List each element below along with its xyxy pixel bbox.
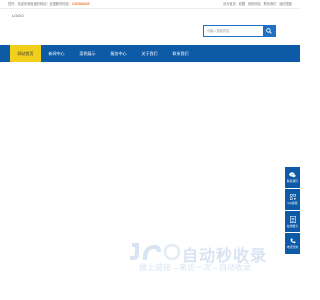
nav-item-home[interactable]: 网站首页 bbox=[10, 45, 41, 62]
sidebar-qq[interactable]: QQ客服 bbox=[285, 189, 300, 210]
top-link-favorite[interactable]: 收藏 bbox=[239, 2, 245, 6]
top-link-back-top[interactable]: 返回顶部 bbox=[279, 2, 292, 6]
search-box bbox=[203, 25, 276, 37]
search-button[interactable] bbox=[263, 26, 275, 36]
nav-item-contact[interactable]: 联系我们 bbox=[165, 45, 196, 62]
qrcode-icon bbox=[289, 194, 296, 200]
search-input[interactable] bbox=[204, 26, 264, 36]
top-bar: 您好，欢迎来到极速的网站！全国服务热线：1388888888 设为首页 收藏 我… bbox=[0, 0, 300, 9]
top-link-contact[interactable]: 联系我们 bbox=[264, 2, 277, 6]
watermark-logo-icon bbox=[130, 243, 180, 261]
sidebar-label-contact: 联系我们 bbox=[286, 179, 299, 183]
chat-icon bbox=[289, 172, 296, 178]
top-bar-links: 设为首页 收藏 我的网站 联系我们 返回顶部 bbox=[221, 0, 292, 9]
watermark: 自动秒收录 做上链接→来访一次→自动收录 bbox=[128, 240, 288, 276]
nav-item-cases[interactable]: 案例展示 bbox=[72, 45, 103, 62]
welcome-text: 您好，欢迎来到极速的网站！全国服务热线： bbox=[8, 2, 72, 6]
phone-icon bbox=[290, 238, 295, 244]
watermark-slogan: 做上链接→来访一次→自动收录 bbox=[139, 263, 251, 272]
sidebar-label-qq: QQ客服 bbox=[287, 201, 298, 205]
top-link-site[interactable]: 我的网站 bbox=[248, 2, 261, 6]
top-link-home[interactable]: 设为首页 bbox=[223, 2, 236, 6]
top-bar-welcome: 您好，欢迎来到极速的网站！全国服务热线：1388888888 bbox=[8, 0, 89, 9]
sidebar-message[interactable]: 在线留言 bbox=[285, 211, 300, 232]
sidebar-contact[interactable]: 联系我们 bbox=[285, 167, 300, 188]
nav-item-about[interactable]: 关于我们 bbox=[134, 45, 165, 62]
search-icon bbox=[266, 28, 272, 34]
sidebar-label-message: 在线留言 bbox=[286, 223, 299, 228]
nav-item-service[interactable]: 服务中心 bbox=[103, 45, 134, 62]
nav-item-news[interactable]: 新闻中心 bbox=[41, 45, 72, 62]
site-logo[interactable]: LOGO bbox=[12, 13, 24, 18]
sidebar-label-phone: 电话咨询 bbox=[286, 245, 299, 249]
hotline-number: 1388888888 bbox=[71, 2, 90, 6]
document-icon bbox=[289, 215, 296, 223]
main-nav: 网站首页 新闻中心 案例展示 服务中心 关于我们 联系我们 bbox=[0, 45, 300, 62]
